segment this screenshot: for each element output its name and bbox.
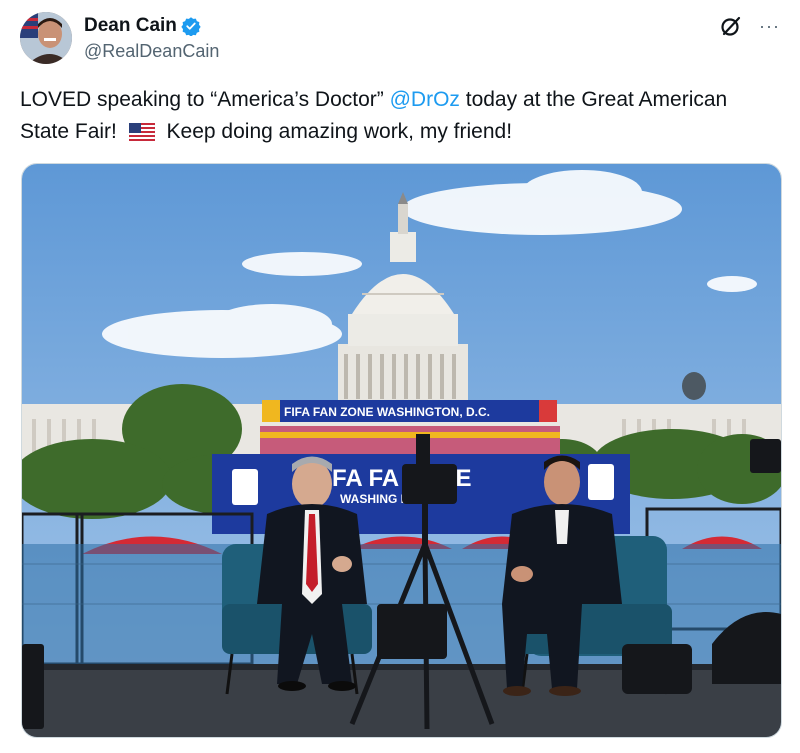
tweet-text: LOVED speaking to “America’s Doctor” @Dr… [20,84,760,148]
mention-link[interactable]: @DrOz [390,88,460,111]
tweet-text-part: Keep doing amazing work, my friend! [160,120,513,143]
tweet-header: Dean Cain @RealDeanCain ··· [20,12,780,66]
grok-icon[interactable] [719,14,743,38]
verified-badge-icon [181,17,201,36]
avatar[interactable] [20,12,72,64]
handle[interactable]: @RealDeanCain [84,38,219,64]
display-name[interactable]: Dean Cain [84,14,201,38]
more-options-icon[interactable]: ··· [759,14,780,38]
display-name-text[interactable]: Dean Cain [84,14,177,38]
us-flag-icon [128,123,155,141]
media-photo[interactable]: FIFA FAN ZONE WASHINGTON, D.C. FA FA ZON… [21,163,782,738]
fan-zone-banner-text: FIFA FAN ZONE WASHINGTON, D.C. [284,405,490,419]
tweet-text-part: LOVED speaking to “America’s Doctor” [20,88,390,111]
